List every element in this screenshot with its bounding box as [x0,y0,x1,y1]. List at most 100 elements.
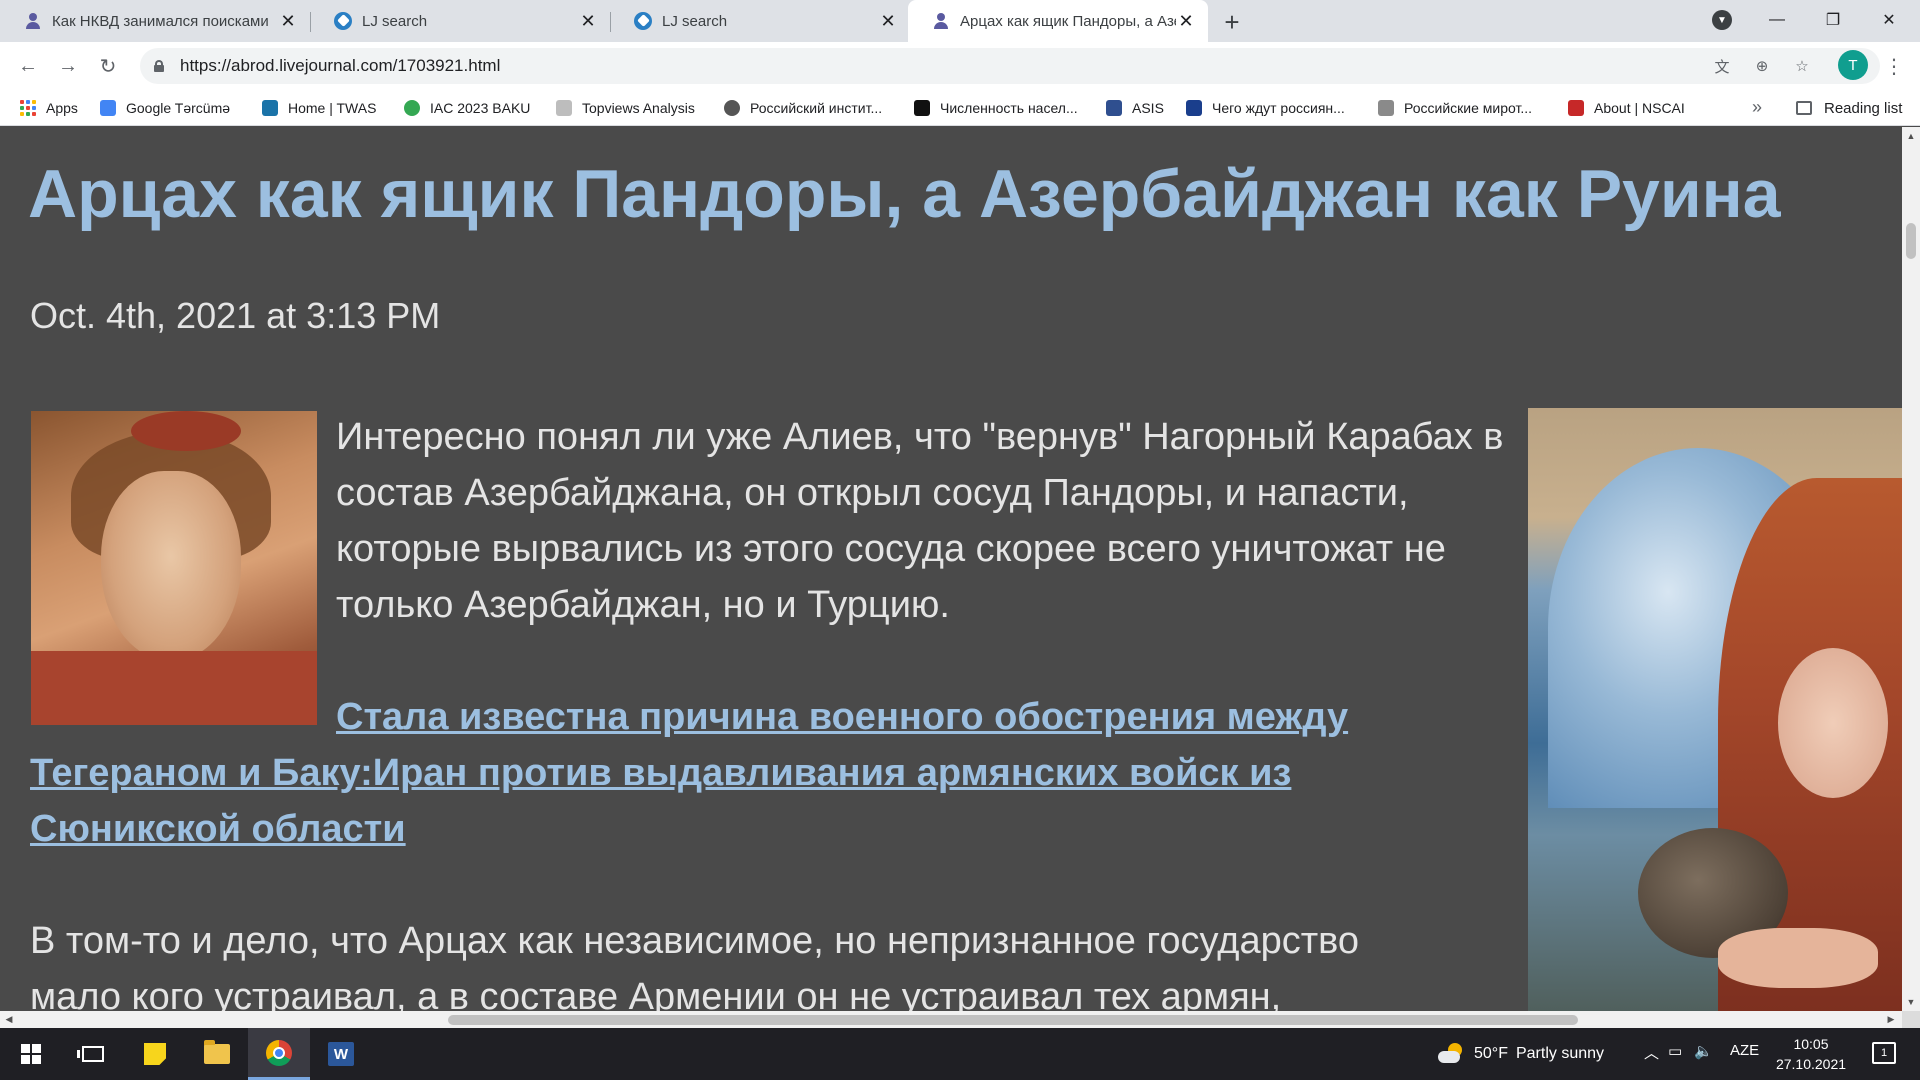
close-tab-icon[interactable]: ✕ [1176,11,1196,31]
tab-title: LJ search [662,12,728,30]
bookmark-iac[interactable]: IAC 2023 BAKU [404,97,530,119]
bookmark-asis[interactable]: ASIS [1106,97,1164,119]
volume-icon[interactable]: 🔈 [1694,1042,1713,1060]
painting-hand [1718,928,1878,988]
bookmarks-bar: Apps Google Tərcümə Home | TWAS IAC 2023… [0,90,1920,126]
emblem-icon [1378,100,1394,116]
address-bar[interactable]: https://abrod.livejournal.com/1703921.ht… [140,48,1880,84]
portrait-robe [31,651,317,725]
translate-icon [100,100,116,116]
asis-icon [1106,100,1122,116]
windows-taskbar: W 50°F Partly sunny ︿ ▭ 🔈 AZE 10:05 27.1… [0,1028,1920,1080]
bookmark-label: Topviews Analysis [582,100,695,116]
news-link[interactable]: Тегераном и Баку:Иран против выдавливани… [30,745,1291,801]
reload-icon[interactable]: ↻ [92,50,124,82]
zoom-icon[interactable]: ⊕ [1752,56,1772,76]
profile-avatar[interactable]: T [1838,50,1868,80]
bookmark-nscai[interactable]: About | NSCAI [1568,97,1685,119]
scroll-right-icon[interactable]: ▶ [1886,1014,1896,1024]
bookmark-label: Численность насел... [940,100,1078,116]
url-text[interactable]: https://abrod.livejournal.com/1703921.ht… [180,56,500,76]
start-button[interactable] [0,1028,62,1080]
close-tab-icon[interactable]: ✕ [878,11,898,31]
notifications-icon[interactable]: 1 [1872,1042,1896,1064]
bookmark-label: ASIS [1132,100,1164,116]
chevron-up-icon[interactable]: ︿ [1644,1042,1659,1063]
tab-4-active[interactable]: Арцах как ящик Пандоры, а Азе ✕ [908,0,1208,42]
file-explorer-button[interactable] [186,1028,248,1080]
network-icon[interactable]: ▭ [1668,1042,1682,1060]
bookmark-label: Google Tərcümə [126,100,231,116]
bookmark-google-translate[interactable]: Google Tərcümə [100,97,230,119]
reading-list-icon [1796,101,1812,115]
bookmark-russian-peace[interactable]: Российские мирот... [1378,97,1532,119]
person-icon [932,12,950,30]
portrait-cap [131,411,241,451]
word-taskbar-button[interactable]: W [310,1028,372,1080]
chrome-taskbar-button[interactable] [248,1028,310,1080]
bookmark-star-icon[interactable]: ☆ [1792,56,1812,76]
news-link[interactable]: Сюникской области [30,801,406,857]
clock-date: 27.10.2021 [1775,1056,1847,1072]
language-indicator[interactable]: AZE [1730,1042,1759,1059]
translate-icon[interactable]: 文 [1712,56,1732,76]
back-icon[interactable]: ← [12,50,44,82]
portrait-face [101,471,241,661]
weather-condition: Partly sunny [1515,1045,1605,1062]
tab-2[interactable]: LJ search ✕ [310,0,610,42]
lock-icon[interactable] [154,60,164,72]
windows-logo-icon [21,1044,41,1064]
system-clock[interactable]: 10:05 27.10.2021 [1770,1034,1852,1074]
portrait-image [31,411,317,725]
horizontal-scroll-thumb[interactable] [448,1015,1578,1025]
vertical-scrollbar[interactable]: ▲ ▼ [1902,127,1920,1011]
news-link[interactable]: Стала известна причина военного обострен… [336,689,1348,745]
browser-toolbar: ← → ↻ https://abrod.livejournal.com/1703… [0,42,1920,90]
scroll-left-icon[interactable]: ◀ [4,1014,14,1024]
more-menu-icon[interactable]: ⋮ [1882,50,1906,82]
person-icon [24,12,42,30]
bookmark-label: IAC 2023 BAKU [430,100,531,116]
bookmark-topviews[interactable]: Topviews Analysis [556,97,695,119]
scroll-up-icon[interactable]: ▲ [1906,131,1916,141]
tab-1[interactable]: Как НКВД занимался поисками ✕ [0,0,310,42]
bookmark-twas[interactable]: Home | TWAS [262,97,376,119]
minimize-button[interactable]: — [1754,0,1800,40]
scrollbar-corner [1902,1011,1920,1028]
topviews-icon [556,100,572,116]
post-title: Арцах как ящик Пандоры, а Азербайджан ка… [28,156,1781,232]
tab-search-icon[interactable]: ▼ [1712,10,1732,30]
forward-icon[interactable]: → [52,50,84,82]
page-viewport: Арцах как ящик Пандоры, а Азербайджан ка… [0,127,1902,1011]
tab-3[interactable]: LJ search ✕ [610,0,910,42]
tab-title: Как НКВД занимался поисками [52,12,269,30]
reading-list-button[interactable]: Reading list [1796,97,1902,119]
close-tab-icon[interactable]: ✕ [578,11,598,31]
bookmark-label: About | NSCAI [1594,100,1685,116]
tab-title: Арцах как ящик Пандоры, а Азе [960,12,1176,30]
new-tab-button[interactable]: + [1218,7,1246,37]
sticky-notes-icon [144,1043,166,1065]
iac-globe-icon [404,100,420,116]
scroll-down-icon[interactable]: ▼ [1906,997,1916,1007]
tab-strip: Как НКВД занимался поисками ✕ LJ search … [0,0,1920,42]
post-paragraph-1: Интересно понял ли уже Алиев, что "верну… [336,416,1504,626]
bookmark-label: Home | TWAS [288,100,377,116]
close-window-button[interactable]: ✕ [1866,0,1912,40]
chrome-icon [266,1039,292,1066]
task-view-button[interactable] [62,1028,124,1080]
maximize-button[interactable]: ❐ [1810,0,1856,40]
weather-widget[interactable]: 50°F Partly sunny [1438,1040,1604,1068]
vertical-scroll-thumb[interactable] [1906,223,1916,259]
sticky-notes-button[interactable] [124,1028,186,1080]
bookmark-russians-expect[interactable]: Чего ждут россиян... [1186,97,1345,119]
bookmarks-overflow-button[interactable]: » [1752,97,1762,118]
bookmark-population[interactable]: Численность насел... [914,97,1078,119]
bookmark-russian-institute[interactable]: Российский инстит... [724,97,882,119]
bookmark-apps[interactable]: Apps [20,97,78,119]
tab-title: LJ search [362,12,428,30]
horizontal-scrollbar[interactable]: ◀ ▶ [0,1011,1902,1028]
pandora-painting-image [1528,408,1902,1011]
close-tab-icon[interactable]: ✕ [278,11,298,31]
bookmark-label: Чего ждут россиян... [1212,100,1345,116]
